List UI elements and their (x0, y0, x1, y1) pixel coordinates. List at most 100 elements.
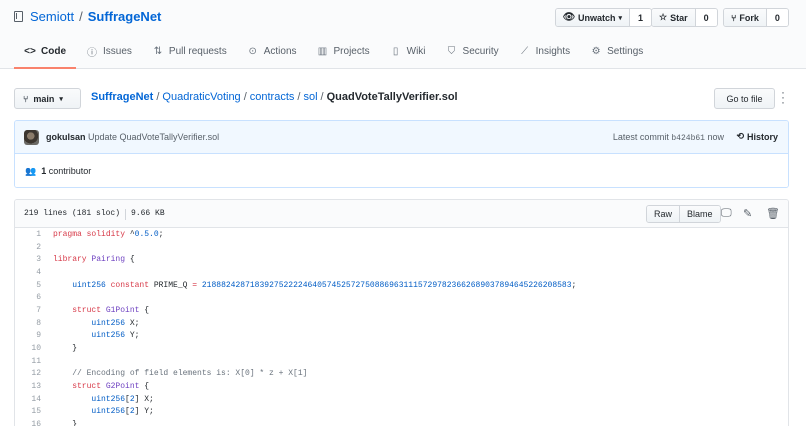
trash-icon[interactable]: 🗑 (766, 207, 780, 220)
code-line: 7 struct G1Point { (15, 304, 788, 317)
file-header: 219 lines (181 sloc) 9.66 KB Raw Blame 🖵… (15, 200, 788, 228)
star-count[interactable]: 0 (695, 9, 717, 26)
tab-pull-requests[interactable]: ⇅ Pull requests (142, 36, 237, 69)
breadcrumb-link-quadraticvoting[interactable]: QuadraticVoting (162, 91, 240, 103)
eye-icon: 👁 (562, 12, 576, 23)
code-line: 3 library Pairing { (15, 253, 788, 266)
code-line: 15 uint256[2] Y; (15, 406, 788, 419)
repo-name-link[interactable]: SuffrageNet (88, 9, 162, 24)
line-number[interactable]: 16 (15, 420, 41, 426)
commit-message-link[interactable]: Update QuadVoteTallyVerifier.sol (88, 132, 219, 142)
code-line-content: } (53, 344, 78, 354)
breadcrumb-link-contracts[interactable]: contracts (250, 91, 295, 103)
breadcrumb-link-sol[interactable]: sol (303, 91, 317, 103)
tab-code[interactable]: <> Code (14, 36, 76, 69)
chevron-down-icon: ▾ (618, 14, 623, 22)
breadcrumb-root-link[interactable]: SuffrageNet (91, 91, 153, 103)
line-number[interactable]: 4 (15, 268, 41, 277)
tab-projects-label: Projects (333, 46, 370, 57)
watch-count[interactable]: 1 (630, 9, 652, 26)
file-size: 9.66 KB (131, 209, 165, 218)
repo-header: Semiott / SuffrageNet 👁 Unwatch ▾ 1 ☆ St… (0, 0, 806, 69)
code-line-content: uint256 X; (91, 318, 140, 328)
tab-issues-label: Issues (103, 46, 132, 57)
commit-box: gokulsan Update QuadVoteTallyVerifier.so… (14, 120, 789, 188)
line-number[interactable]: 13 (15, 382, 41, 391)
tab-settings-label: Settings (607, 46, 644, 57)
tab-projects[interactable]: ▥ Projects (307, 36, 380, 69)
line-number[interactable]: 9 (15, 331, 41, 340)
unwatch-button[interactable]: 👁 Unwatch ▾ (556, 9, 631, 26)
line-number[interactable]: 15 (15, 407, 41, 416)
file-info: 219 lines (181 sloc) 9.66 KB (24, 209, 165, 220)
commit-sha-link[interactable]: b424b61 (671, 134, 705, 143)
tab-issues[interactable]: ⓘ Issues (76, 36, 142, 69)
code-line: 11 (15, 355, 788, 368)
code-view: 1 pragma solidity ^0.5.0; 2 3 library Pair… (15, 228, 788, 426)
avatar[interactable] (24, 130, 39, 145)
branch-label: main (33, 93, 55, 104)
line-number[interactable]: 1 (15, 230, 41, 239)
commit-time: now (707, 132, 724, 142)
people-icon: 👥 (25, 165, 37, 176)
line-number[interactable]: 7 (15, 306, 41, 315)
breadcrumb-separator: / (320, 91, 324, 103)
raw-button[interactable]: Raw (647, 206, 680, 222)
raw-blame-group: Raw Blame (646, 205, 721, 223)
star-label: Star (670, 12, 688, 23)
code-line-content: uint256[2] X; (91, 394, 154, 404)
tab-insights-label: Insights (535, 46, 571, 57)
tab-pull-requests-label: Pull requests (168, 46, 227, 57)
issue-icon: ⓘ (87, 48, 97, 59)
breadcrumb-separator: / (297, 91, 301, 103)
line-number[interactable]: 8 (15, 319, 41, 328)
tab-actions[interactable]: ⊙ Actions (237, 36, 307, 69)
line-number[interactable]: 5 (15, 281, 41, 290)
fork-count[interactable]: 0 (766, 9, 788, 26)
repo-title: Semiott / SuffrageNet (14, 9, 161, 24)
pencil-icon[interactable]: ✎ (743, 207, 752, 220)
graph-icon: ⟋ (521, 46, 529, 57)
line-number[interactable]: 11 (15, 357, 41, 366)
tab-wiki[interactable]: ▯ Wiki (380, 36, 436, 69)
repo-owner-link[interactable]: Semiott (30, 9, 74, 24)
breadcrumb-separator: / (156, 91, 160, 103)
desktop-icon[interactable]: 🖵 (721, 207, 732, 220)
tab-security[interactable]: ⛉ Security (436, 36, 509, 69)
star-icon: ☆ (659, 12, 668, 22)
line-number[interactable]: 14 (15, 395, 41, 404)
unwatch-label: Unwatch (578, 12, 616, 23)
code-line: 9 uint256 Y; (15, 330, 788, 343)
history-link[interactable]: ⟲ History (736, 131, 778, 142)
line-number[interactable]: 10 (15, 344, 41, 353)
fork-label: Fork (739, 12, 759, 23)
tab-insights[interactable]: ⟋ Insights (509, 36, 580, 69)
repo-icon (14, 11, 23, 22)
blame-button[interactable]: Blame (679, 206, 720, 222)
fork-button[interactable]: ⑂ Fork (724, 9, 767, 26)
star-button[interactable]: ☆ Star (652, 9, 696, 26)
line-number[interactable]: 2 (15, 243, 41, 252)
branch-select-button[interactable]: ⑂ main ▾ (14, 88, 81, 109)
go-to-file-button[interactable]: Go to file (714, 88, 775, 109)
watch-button-group: 👁 Unwatch ▾ 1 (555, 8, 653, 27)
chevron-down-icon: ▾ (59, 95, 63, 103)
line-number[interactable]: 3 (15, 255, 41, 264)
repo-separator: / (79, 9, 83, 24)
contributors-row[interactable]: 👥 1 contributor (15, 154, 788, 187)
gear-icon: ⚙ (591, 46, 601, 57)
line-number[interactable]: 12 (15, 369, 41, 378)
commit-author-link[interactable]: gokulsan (46, 132, 86, 142)
code-line: 12 // Encoding of field elements is: X[0… (15, 368, 788, 381)
code-line-content: uint256 constant PRIME_Q = 2188824287183… (72, 280, 577, 290)
file-lines-info: 219 lines (181 sloc) (24, 209, 121, 218)
more-options-icon[interactable]: · · · (781, 86, 785, 108)
tab-settings[interactable]: ⚙ Settings (580, 36, 653, 69)
code-line: 2 (15, 241, 788, 254)
code-icon: <> (24, 46, 36, 57)
code-line-content: } (53, 420, 78, 426)
code-line: 13 struct G2Point { (15, 380, 788, 393)
line-number[interactable]: 6 (15, 293, 41, 302)
code-line-content: struct G2Point { (72, 382, 150, 392)
code-line: 6 (15, 291, 788, 304)
